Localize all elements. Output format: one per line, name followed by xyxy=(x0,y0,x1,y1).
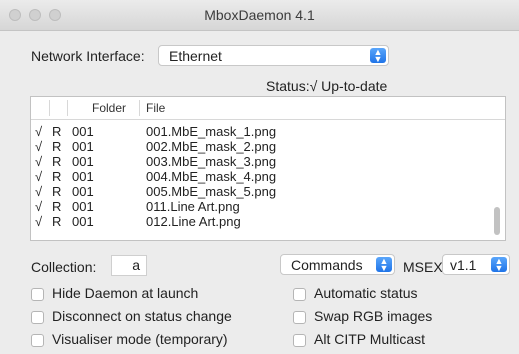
row-folder: 001 xyxy=(72,154,94,169)
column-divider xyxy=(49,100,50,116)
row-flag: R xyxy=(52,139,62,154)
column-divider xyxy=(139,100,140,116)
table-row[interactable]: √ R 001 005.MbE_mask_5.png xyxy=(31,184,491,199)
row-file: 002.MbE_mask_2.png xyxy=(146,139,277,154)
col-header-folder[interactable]: Folder xyxy=(92,101,126,115)
row-check: √ xyxy=(35,184,43,199)
row-flag: R xyxy=(52,199,62,214)
row-check: √ xyxy=(35,214,43,229)
row-file: 011.Line Art.png xyxy=(146,199,240,214)
commands-select[interactable]: Commands ▲ ▼ xyxy=(280,254,395,275)
window-title: MboxDaemon 4.1 xyxy=(204,7,315,23)
disconnect-on-status-label: Disconnect on status change xyxy=(52,308,232,324)
row-flag: R xyxy=(52,154,62,169)
commands-value: Commands xyxy=(291,257,363,273)
row-folder: 001 xyxy=(72,169,94,184)
automatic-status-checkbox[interactable] xyxy=(293,288,306,301)
col-header-file[interactable]: File xyxy=(146,101,165,115)
hide-daemon-checkbox[interactable] xyxy=(31,288,44,301)
status-text: Status:√ Up-to-date xyxy=(266,78,388,94)
row-folder: 001 xyxy=(72,139,94,154)
collection-field[interactable]: a xyxy=(111,255,147,276)
alt-citp-multicast-label: Alt CITP Multicast xyxy=(314,331,425,347)
automatic-status-label: Automatic status xyxy=(314,285,418,301)
table-scrollbar-thumb[interactable] xyxy=(494,207,500,235)
table-row[interactable]: √ R 001 011.Line Art.png xyxy=(31,199,491,214)
select-chevron-icon: ▲ ▼ xyxy=(376,257,392,273)
row-check: √ xyxy=(35,124,43,139)
msex-label: MSEX xyxy=(403,259,443,275)
table-row[interactable]: √ R 001 004.MbE_mask_4.png xyxy=(31,169,491,184)
file-table[interactable]: Folder File √ R 001 001.MbE_mask_1.png √… xyxy=(30,96,506,241)
row-check: √ xyxy=(35,199,43,214)
swap-rgb-label: Swap RGB images xyxy=(314,308,433,324)
row-file: 004.MbE_mask_4.png xyxy=(146,169,277,184)
row-folder: 001 xyxy=(72,214,94,229)
row-check: √ xyxy=(35,154,43,169)
row-flag: R xyxy=(52,214,62,229)
network-interface-value: Ethernet xyxy=(169,48,222,64)
table-header: Folder File xyxy=(31,97,505,120)
network-interface-label: Network Interface: xyxy=(31,48,145,64)
network-interface-select[interactable]: Ethernet ▲ ▼ xyxy=(158,45,389,66)
row-check: √ xyxy=(35,169,43,184)
title-bar: MboxDaemon 4.1 xyxy=(0,0,519,31)
row-file: 005.MbE_mask_5.png xyxy=(146,184,277,199)
collection-label: Collection: xyxy=(31,259,97,275)
row-flag: R xyxy=(52,169,62,184)
msex-version-value: v1.1 xyxy=(450,257,477,273)
row-flag: R xyxy=(52,184,62,199)
table-row[interactable]: √ R 001 012.Line Art.png xyxy=(31,214,491,229)
row-flag: R xyxy=(52,124,62,139)
row-file: 003.MbE_mask_3.png xyxy=(146,154,277,169)
app-window: MboxDaemon 4.1 Network Interface: Ethern… xyxy=(0,0,519,354)
visualiser-mode-label: Visualiser mode (temporary) xyxy=(52,331,228,347)
row-check: √ xyxy=(35,139,43,154)
swap-rgb-checkbox[interactable] xyxy=(293,311,306,324)
msex-version-select[interactable]: v1.1 ▲ ▼ xyxy=(442,254,510,275)
hide-daemon-label: Hide Daemon at launch xyxy=(52,285,199,301)
column-divider xyxy=(67,100,68,116)
alt-citp-multicast-checkbox[interactable] xyxy=(293,334,306,347)
visualiser-mode-checkbox[interactable] xyxy=(31,334,44,347)
table-row[interactable]: √ R 001 003.MbE_mask_3.png xyxy=(31,154,491,169)
row-file: 001.MbE_mask_1.png xyxy=(146,124,277,139)
row-folder: 001 xyxy=(72,124,94,139)
row-folder: 001 xyxy=(72,184,94,199)
select-chevron-icon: ▲ ▼ xyxy=(491,257,507,273)
row-folder: 001 xyxy=(72,199,94,214)
table-row[interactable]: √ R 001 002.MbE_mask_2.png xyxy=(31,139,491,154)
table-row[interactable]: √ R 001 001.MbE_mask_1.png xyxy=(31,124,491,139)
row-file: 012.Line Art.png xyxy=(146,214,241,229)
select-chevron-icon: ▲ ▼ xyxy=(370,48,386,64)
disconnect-on-status-checkbox[interactable] xyxy=(31,311,44,324)
